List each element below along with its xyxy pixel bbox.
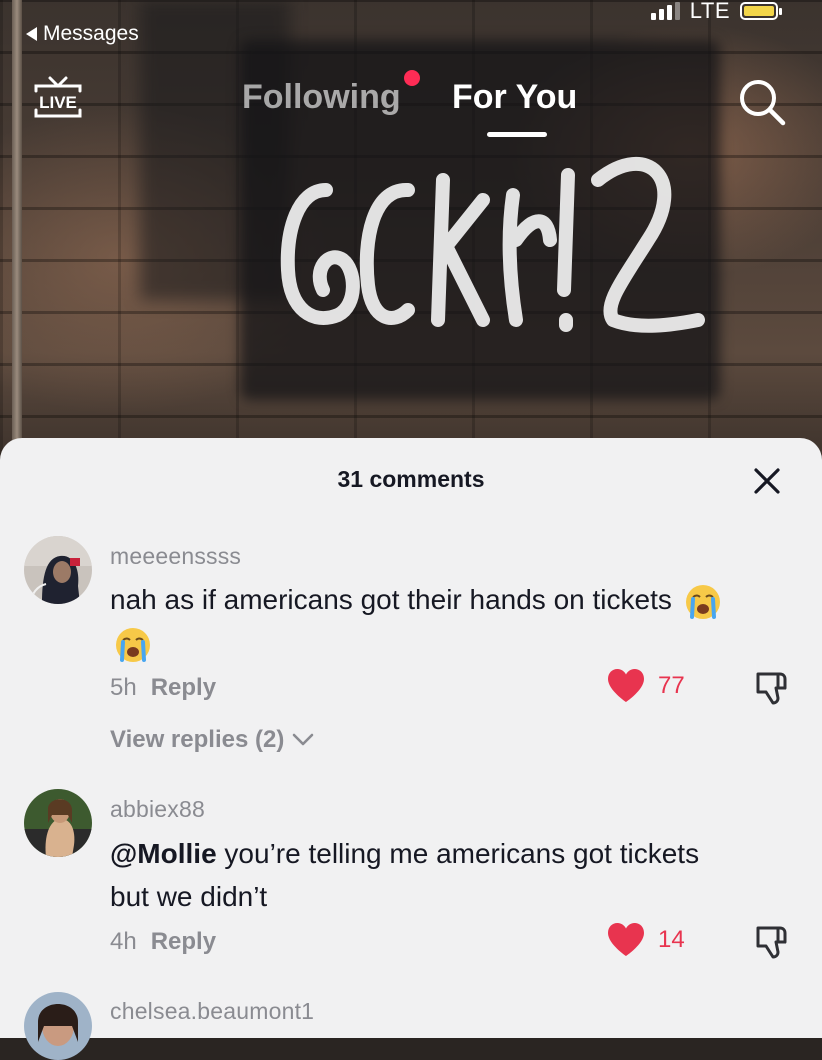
comment-text: nah as if americans got their hands on t… bbox=[110, 578, 730, 664]
avatar[interactable] bbox=[24, 992, 92, 1060]
comment-body: nah as if americans got their hands on t… bbox=[110, 584, 672, 615]
notification-dot bbox=[404, 70, 420, 86]
comment-meta: 4h Reply bbox=[110, 928, 216, 956]
back-label: Messages bbox=[43, 22, 139, 45]
chevron-down-icon bbox=[293, 733, 314, 746]
comments-count-title: 31 comments bbox=[337, 466, 485, 492]
comment-username[interactable]: chelsea.beaumont1 bbox=[110, 998, 314, 1025]
tab-for-you[interactable]: For You bbox=[452, 78, 577, 117]
graffiti-tag-image bbox=[280, 156, 705, 333]
active-tab-indicator bbox=[487, 132, 547, 137]
user-mention[interactable]: @Mollie bbox=[110, 838, 217, 869]
comment-meta: 5h Reply bbox=[110, 674, 216, 702]
like-button[interactable]: 14 bbox=[606, 922, 685, 958]
tab-following[interactable]: Following bbox=[242, 78, 401, 117]
battery-icon bbox=[740, 2, 782, 20]
loudly-crying-face-icon bbox=[685, 584, 720, 619]
reply-button[interactable]: Reply bbox=[151, 674, 216, 701]
like-count: 77 bbox=[658, 672, 685, 699]
comment-time: 5h bbox=[110, 674, 137, 701]
drain-pipe bbox=[12, 0, 22, 440]
signal-strength-icon bbox=[650, 2, 680, 20]
reply-button[interactable]: Reply bbox=[151, 928, 216, 955]
back-to-messages[interactable]: Messages bbox=[26, 22, 139, 46]
heart-icon bbox=[608, 669, 644, 702]
like-count: 14 bbox=[658, 926, 685, 953]
comment-time: 4h bbox=[110, 928, 137, 955]
view-replies-label: View replies (2) bbox=[110, 726, 285, 753]
avatar[interactable] bbox=[24, 536, 92, 604]
loudly-crying-face-icon bbox=[116, 627, 150, 662]
live-label: LIVE bbox=[39, 93, 77, 112]
search-icon[interactable] bbox=[736, 76, 788, 128]
live-icon[interactable]: LIVE bbox=[32, 72, 84, 124]
comment-username[interactable]: abbiex88 bbox=[110, 796, 205, 823]
like-button[interactable]: 77 bbox=[606, 668, 685, 704]
close-icon[interactable] bbox=[752, 466, 782, 496]
dislike-icon[interactable] bbox=[752, 668, 792, 708]
dislike-icon[interactable] bbox=[752, 922, 792, 962]
status-indicators: LTE bbox=[650, 0, 782, 24]
view-replies-button[interactable]: View replies (2) bbox=[110, 726, 314, 754]
comment-username[interactable]: meeeenssss bbox=[110, 543, 241, 570]
back-arrow-icon bbox=[26, 27, 37, 41]
network-type: LTE bbox=[689, 0, 730, 23]
heart-icon bbox=[608, 923, 644, 956]
avatar[interactable] bbox=[24, 789, 92, 857]
comment-text: @Mollie you’re telling me americans got … bbox=[110, 832, 730, 918]
